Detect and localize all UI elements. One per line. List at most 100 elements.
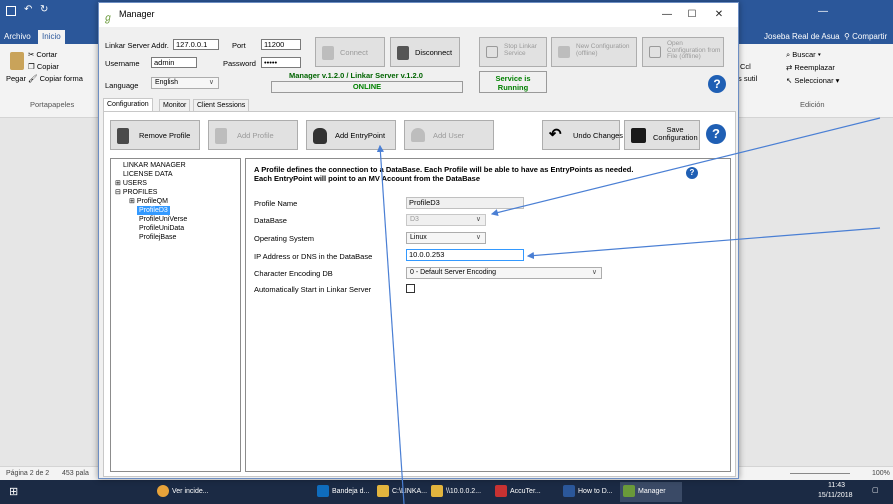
plug-icon — [322, 46, 334, 60]
save-configuration-button[interactable]: Save Configuration — [624, 120, 700, 150]
taskbar-item-3[interactable]: C:\LINKA... — [374, 482, 427, 502]
clock-time[interactable]: 11:43 — [828, 482, 845, 489]
new-config-icon — [558, 46, 570, 58]
word-icon — [563, 485, 575, 498]
replace-button[interactable]: ⇄ Reemplazar — [786, 63, 835, 72]
style-subtle[interactable]: s sutil — [738, 74, 757, 83]
word-undo-icon[interactable]: ↶ — [24, 4, 32, 15]
zoom-level[interactable]: 100% — [872, 467, 890, 480]
encoding-select[interactable]: 0 - Default Server Encoding ∨ — [406, 267, 602, 279]
add-user-button[interactable]: Add User — [404, 120, 494, 150]
expand-icon[interactable]: ⊞ — [115, 180, 121, 187]
disconnect-button[interactable]: Disconnect — [390, 37, 460, 67]
tree-node-users[interactable]: ⊞ USERS — [115, 179, 147, 188]
taskbar-item-4[interactable]: \\10.0.0.2... — [428, 482, 481, 502]
undo-icon: ↶ — [549, 126, 562, 143]
brush-icon: 🖌 — [28, 74, 38, 83]
manager-title-bar[interactable]: ℊ Manager — ☐ ✕ — [99, 3, 738, 27]
accuterm-icon — [495, 485, 507, 498]
remove-profile-button[interactable]: Remove Profile — [110, 120, 200, 150]
word-count[interactable]: 453 pala — [62, 467, 89, 480]
version-text: Manager v.1.2.0 / Linkar Server v.1.2.0 — [289, 71, 423, 80]
online-status: ONLINE — [271, 81, 463, 93]
description-line-2: Each EntryPoint will point to an MV Acco… — [254, 174, 480, 183]
os-select[interactable]: Linux ∨ — [406, 232, 486, 244]
port-label: Port — [232, 41, 246, 50]
expand-icon[interactable]: ⊞ — [129, 198, 135, 205]
word-tab-file[interactable]: Archivo — [4, 30, 31, 44]
minimize-button[interactable]: — — [659, 7, 675, 23]
page-count[interactable]: Página 2 de 2 — [6, 467, 49, 480]
undo-changes-button[interactable]: ↶ Undo Changes — [542, 120, 623, 150]
word-minimize-icon[interactable]: — — [818, 6, 828, 17]
add-profile-button[interactable]: Add Profile — [208, 120, 298, 150]
password-input[interactable]: ••••• — [261, 57, 301, 68]
tree-node-profiles[interactable]: ⊟ PROFILES — [115, 188, 157, 197]
notification-icon[interactable]: ▢ — [872, 486, 879, 494]
cut-button[interactable]: ✂ Cortar — [28, 50, 57, 59]
open-file-icon — [649, 46, 661, 58]
new-config-button[interactable]: New Configuration (offline) — [551, 37, 637, 67]
window-title: Manager — [119, 9, 155, 19]
configuration-panel: Remove Profile Add Profile Add EntryPoin… — [103, 111, 736, 477]
service-status: Service is Running — [479, 71, 547, 93]
word-tab-home[interactable]: Inicio — [38, 30, 65, 44]
remove-profile-icon — [117, 128, 129, 144]
tree-node-profile-qm[interactable]: ⊞ ProfileQM — [129, 197, 168, 206]
language-select[interactable]: English ∨ — [151, 77, 219, 89]
autostart-checkbox[interactable] — [406, 284, 415, 293]
taskbar-item-1[interactable]: Ver incide... — [154, 482, 209, 502]
select-button[interactable]: ↖ Seleccionar ▾ — [786, 76, 839, 85]
stop-icon — [486, 46, 498, 58]
toolbar-help-icon[interactable]: ? — [706, 124, 726, 144]
taskbar-item-7[interactable]: Manager — [620, 482, 682, 502]
windows-start-icon[interactable]: ⊞ — [6, 482, 18, 502]
taskbar-item-2[interactable]: Bandeja d... — [314, 482, 369, 502]
style-preview[interactable]: Ccl — [740, 62, 751, 71]
port-input[interactable]: 11200 — [261, 39, 301, 50]
tree-node-profile-unidata[interactable]: ProfileUniData — [139, 224, 184, 233]
profile-name-label: Profile Name — [254, 199, 298, 208]
word-redo-icon[interactable]: ↻ — [40, 4, 48, 15]
tree-node-profile-jbase[interactable]: ProfilejBase — [139, 233, 176, 242]
stop-service-button[interactable]: Stop Linkar Service — [479, 37, 547, 67]
language-label: Language — [105, 81, 139, 90]
profile-name-input[interactable]: ProfileD3 — [406, 197, 524, 209]
username-input[interactable]: admin — [151, 57, 197, 68]
paste-label[interactable]: Pegar — [6, 74, 26, 83]
tree-node-root[interactable]: LINKAR MANAGER — [123, 161, 186, 170]
os-label: Operating System — [254, 234, 315, 243]
tree-node-profile-d3[interactable]: ProfileD3 — [137, 206, 170, 215]
word-user-name[interactable]: Joseba Real de Asua — [764, 30, 840, 44]
tab-configuration[interactable]: Configuration — [103, 98, 153, 111]
connect-button[interactable]: Connect — [315, 37, 385, 67]
ip-input[interactable]: 10.0.0.253 — [406, 249, 524, 261]
detail-help-icon[interactable]: ? — [686, 167, 698, 179]
maximize-button[interactable]: ☐ — [684, 7, 700, 23]
find-button[interactable]: ⌕ Buscar ▾ — [786, 50, 821, 60]
help-icon[interactable]: ? — [708, 75, 726, 93]
tree-node-profile-universe[interactable]: ProfileUniVerse — [139, 215, 187, 224]
chevron-down-icon: ∨ — [591, 269, 597, 276]
tree-node-license[interactable]: LICENSE DATA — [123, 170, 173, 179]
outlook-icon — [317, 485, 329, 498]
open-config-button[interactable]: Open Configuration from File (offline) — [642, 37, 724, 67]
format-painter-button[interactable]: 🖌 Copiar forma — [28, 74, 83, 83]
paste-icon[interactable] — [10, 52, 24, 70]
word-share-button[interactable]: ⚲ Compartir — [844, 30, 887, 44]
close-button[interactable]: ✕ — [711, 7, 727, 23]
clock-date[interactable]: 15/11/2018 — [818, 492, 853, 499]
word-save-icon[interactable] — [6, 6, 16, 16]
zoom-slider[interactable] — [790, 473, 850, 474]
add-entrypoint-button[interactable]: Add EntryPoint — [306, 120, 396, 150]
tab-client-sessions[interactable]: Client Sessions — [193, 99, 250, 111]
taskbar-item-6[interactable]: How to D... — [560, 482, 613, 502]
collapse-icon[interactable]: ⊟ — [115, 189, 121, 196]
folder-icon — [377, 485, 389, 498]
tab-monitor[interactable]: Monitor — [159, 99, 191, 111]
manager-app-icon: ℊ — [103, 13, 113, 24]
taskbar-item-5[interactable]: AccuTer... — [492, 482, 541, 502]
copy-button[interactable]: ❐ Copiar — [28, 62, 59, 71]
database-select[interactable]: D3 ∨ — [406, 214, 486, 226]
server-input[interactable]: 127.0.0.1 — [173, 39, 219, 50]
